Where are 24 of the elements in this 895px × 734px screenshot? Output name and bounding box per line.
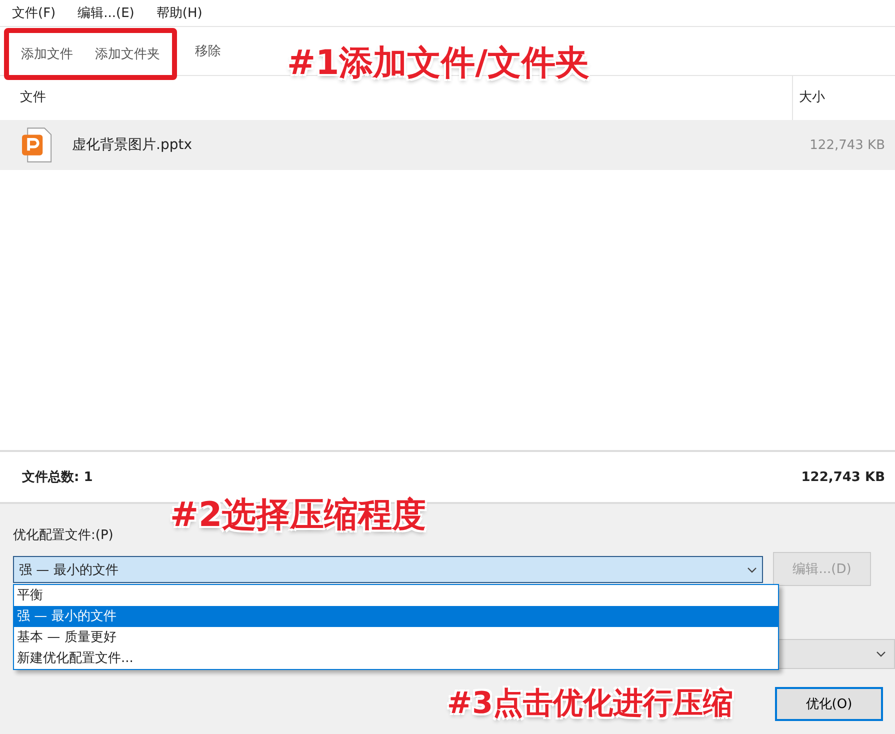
file-name: 虚化背景图片.pptx [72,136,193,154]
menu-item[interactable]: 帮助(H) [156,4,202,22]
dropdown-option[interactable]: 新建优化配置文件... [14,648,778,669]
file-row[interactable]: 虚化背景图片.pptx 122,743 KB [0,120,895,170]
chevron-down-icon [747,566,757,572]
annotation-text: #3点击优化进行压缩 [447,685,734,723]
toolbar-button[interactable]: 添加文件夹 [89,43,166,65]
profile-dropdown[interactable]: 强 — 最小的文件 [13,556,763,583]
dropdown-option[interactable]: 强 — 最小的文件 [14,606,778,627]
menu-item[interactable]: 编辑...(E) [78,4,134,22]
dropdown-option[interactable]: 基本 — 质量更好 [14,627,778,648]
chevron-down-icon [876,651,886,657]
file-count: 文件总数: 1 [22,468,93,486]
presentation-file-icon [22,127,52,163]
toolbar-button[interactable]: 移除 [189,40,227,62]
annotation-text: #2选择压缩程度 [170,494,426,537]
profile-label: 优化配置文件:(P) [13,527,114,544]
total-size: 122,743 KB [801,470,885,484]
file-size: 122,743 KB [810,138,885,152]
annotation-text: #1添加文件/文件夹 [287,42,590,85]
optimize-button[interactable]: 优化(O) [775,687,883,721]
toolbar-button[interactable]: 添加文件 [15,43,79,65]
dropdown-option[interactable]: 平衡 [14,585,778,606]
menu-item[interactable]: 文件(F) [12,4,56,22]
